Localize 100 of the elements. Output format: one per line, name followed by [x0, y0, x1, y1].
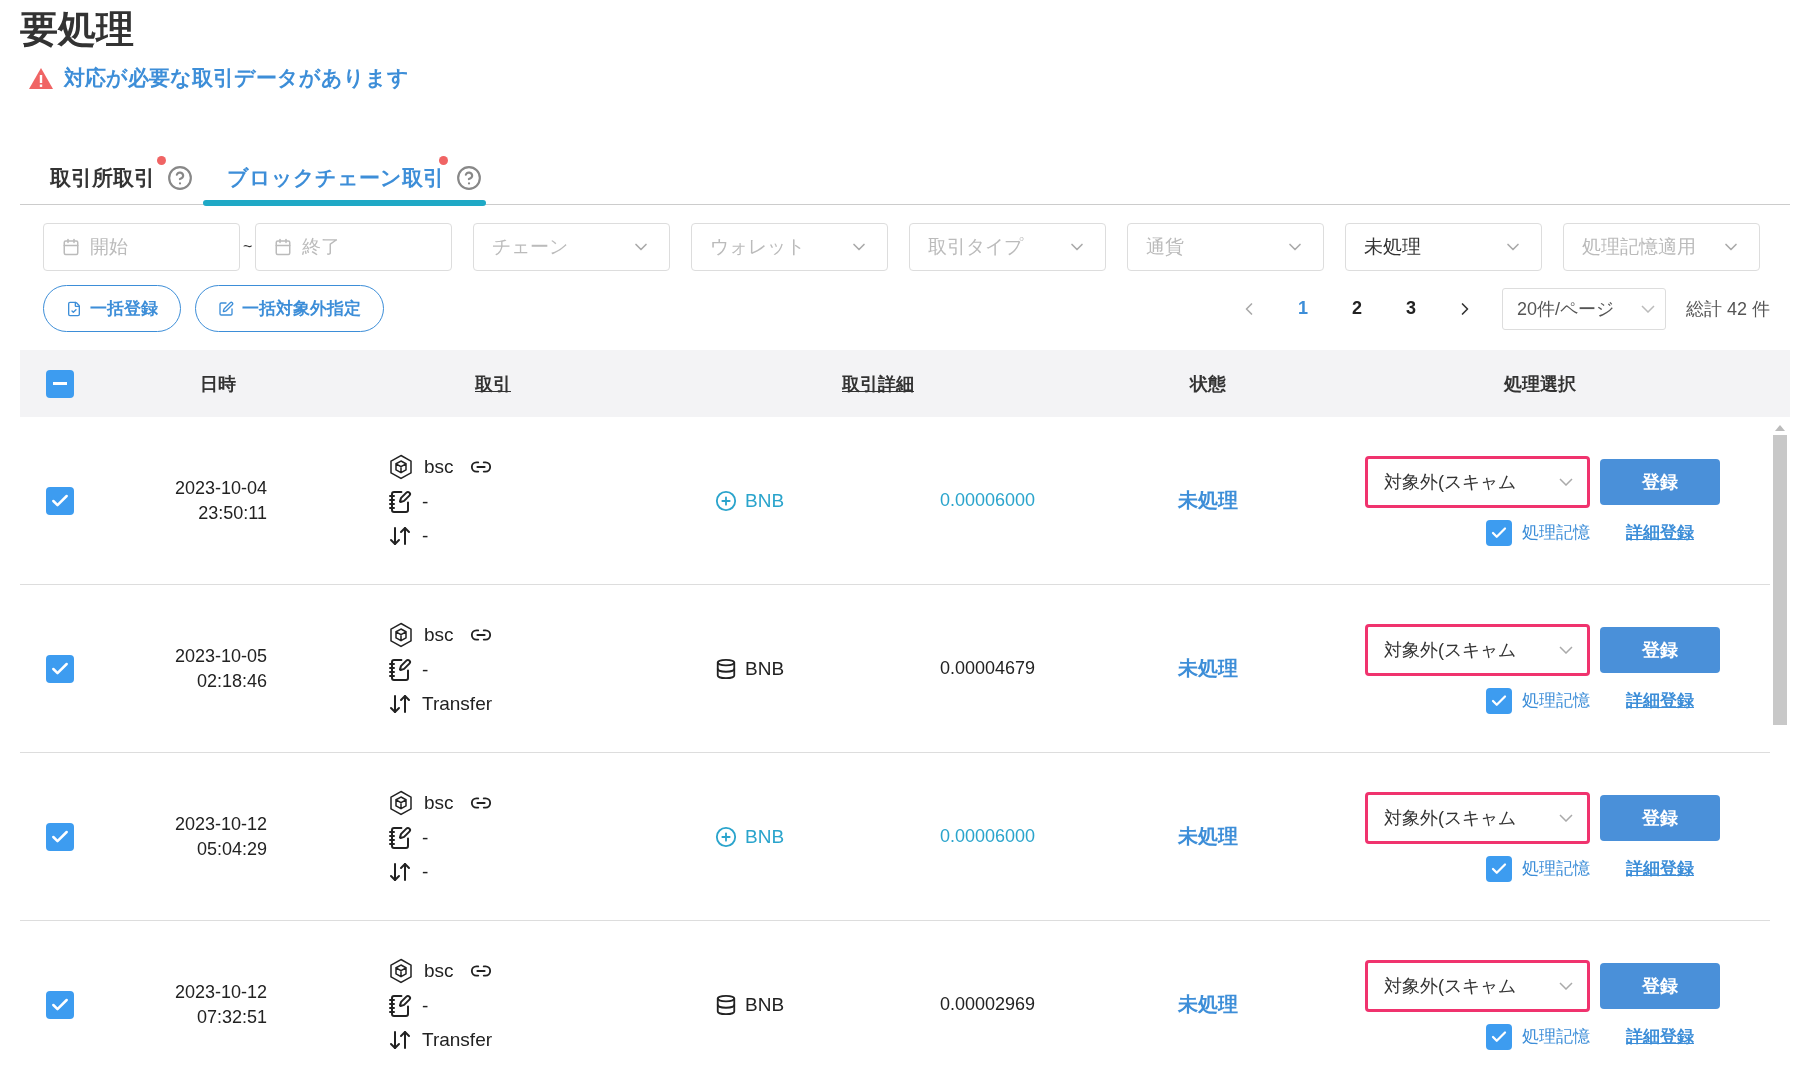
- remember-checkbox[interactable]: [1486, 519, 1512, 546]
- alert-message: 対応が必要な取引データがあります: [64, 65, 409, 92]
- chevron-down-icon: [1640, 304, 1655, 313]
- register-button[interactable]: 登録: [1600, 458, 1720, 505]
- plus-circle-icon: [715, 489, 737, 512]
- memo-text: -: [422, 658, 429, 681]
- filter-select[interactable]: 取引タイプ: [909, 223, 1107, 271]
- edit-icon: [218, 300, 234, 317]
- register-button[interactable]: 登録: [1600, 626, 1720, 673]
- status-text: 未処理: [1178, 992, 1238, 1017]
- time-text: 02:18:46: [196, 669, 267, 693]
- row-checkbox[interactable]: [46, 822, 74, 851]
- cube-icon: [388, 453, 414, 480]
- remember-label: 処理記憶: [1522, 690, 1590, 712]
- row-checkbox[interactable]: [46, 486, 74, 515]
- date-text: 2023-10-12: [174, 980, 267, 1004]
- tab[interactable]: ブロックチェーン取引: [223, 164, 448, 192]
- calendar-icon: [62, 238, 80, 256]
- select-all-checkbox[interactable]: [46, 369, 74, 398]
- page-title: 要処理: [20, 7, 135, 52]
- remember-checkbox[interactable]: [1486, 1023, 1512, 1050]
- type-text: Transfer: [422, 692, 493, 715]
- detail-register-link[interactable]: 詳細登録: [1626, 1025, 1694, 1048]
- amount-text: 0.00006000: [939, 490, 1037, 511]
- file-check-icon: [66, 300, 82, 317]
- date-text: 2023-10-05: [174, 644, 267, 668]
- detail-register-link[interactable]: 詳細登録: [1626, 521, 1694, 544]
- type-text: -: [422, 524, 429, 547]
- bulk-exclude-button[interactable]: 一括対象外指定: [195, 285, 384, 332]
- bulk-register-button[interactable]: 一括登録: [43, 285, 181, 332]
- minus-icon: [53, 382, 67, 385]
- chain-name: bsc: [424, 959, 454, 982]
- amount-text: 0.00006000: [939, 826, 1037, 847]
- asset-name: BNB: [745, 825, 785, 848]
- date-field[interactable]: 終了: [255, 223, 453, 271]
- note-edit-icon: [388, 825, 412, 850]
- range-separator: ~: [243, 238, 253, 256]
- time-text: 23:50:11: [198, 501, 267, 525]
- type-text: Transfer: [422, 1028, 493, 1051]
- type-text: -: [422, 860, 429, 883]
- memo-text: -: [422, 490, 429, 513]
- filter-select[interactable]: チェーン: [473, 223, 671, 271]
- chevron-down-icon: [1559, 477, 1573, 486]
- register-button[interactable]: 登録: [1600, 962, 1720, 1009]
- remember-checkbox[interactable]: [1486, 855, 1512, 882]
- column-header: 状態: [1190, 372, 1226, 396]
- filter-select[interactable]: ウォレット: [691, 223, 889, 271]
- calendar-icon: [274, 238, 293, 256]
- page-button[interactable]: 2: [1329, 297, 1384, 320]
- remember-checkbox[interactable]: [1486, 687, 1512, 714]
- date-text: 2023-10-12: [174, 812, 267, 836]
- detail-register-link[interactable]: 詳細登録: [1626, 689, 1694, 712]
- asset-name: BNB: [745, 657, 785, 680]
- page-size-select[interactable]: 20件/ページ: [1501, 287, 1666, 330]
- filter-select[interactable]: 未処理: [1345, 223, 1543, 271]
- register-button[interactable]: 登録: [1600, 794, 1720, 841]
- status-text: 未処理: [1178, 488, 1238, 513]
- asset-name: BNB: [745, 489, 785, 512]
- scroll-up-icon[interactable]: [1775, 425, 1785, 431]
- chevron-down-icon: [1559, 981, 1573, 990]
- page-button[interactable]: 3: [1383, 297, 1438, 320]
- filter-select[interactable]: 処理記憶適用: [1563, 223, 1761, 271]
- remember-label: 処理記憶: [1522, 858, 1590, 880]
- detail-register-link[interactable]: 詳細登録: [1626, 857, 1694, 880]
- asset-name: BNB: [745, 993, 785, 1016]
- help-icon[interactable]: [167, 165, 193, 191]
- date-field[interactable]: 開始: [43, 223, 240, 271]
- column-header[interactable]: 取引詳細: [842, 371, 914, 396]
- chain-name: bsc: [424, 791, 454, 814]
- page-button[interactable]: 1: [1275, 297, 1330, 320]
- note-edit-icon: [388, 993, 412, 1018]
- column-header: 日時: [200, 372, 236, 396]
- action-select[interactable]: 対象外(スキャム: [1365, 959, 1590, 1012]
- memo-text: -: [422, 826, 429, 849]
- chain-name: bsc: [424, 455, 454, 478]
- column-header: 処理選択: [1504, 372, 1576, 396]
- chain-name: bsc: [424, 623, 454, 646]
- row-checkbox[interactable]: [46, 654, 74, 683]
- amount-text: 0.00002969: [939, 994, 1037, 1015]
- coins-icon: [715, 993, 737, 1016]
- column-header[interactable]: 取引: [475, 371, 511, 396]
- chevron-down-icon: [1559, 813, 1573, 822]
- cube-icon: [388, 621, 414, 648]
- cube-icon: [388, 957, 414, 984]
- chevron-down-icon: [1559, 645, 1573, 654]
- note-edit-icon: [388, 489, 412, 514]
- note-edit-icon: [388, 657, 412, 682]
- action-select[interactable]: 対象外(スキャム: [1365, 455, 1590, 508]
- filter-select[interactable]: 通貨: [1127, 223, 1325, 271]
- amount-text: 0.00004679: [939, 658, 1037, 679]
- time-text: 05:04:29: [196, 837, 267, 861]
- cube-icon: [388, 789, 414, 816]
- status-text: 未処理: [1178, 824, 1238, 849]
- action-select[interactable]: 対象外(スキャム: [1365, 623, 1590, 676]
- tab[interactable]: 取引所取引: [46, 164, 159, 192]
- help-icon[interactable]: [456, 165, 482, 191]
- row-checkbox[interactable]: [46, 990, 74, 1019]
- status-text: 未処理: [1178, 656, 1238, 681]
- action-select[interactable]: 対象外(スキャム: [1365, 791, 1590, 844]
- date-text: 2023-10-04: [174, 476, 267, 500]
